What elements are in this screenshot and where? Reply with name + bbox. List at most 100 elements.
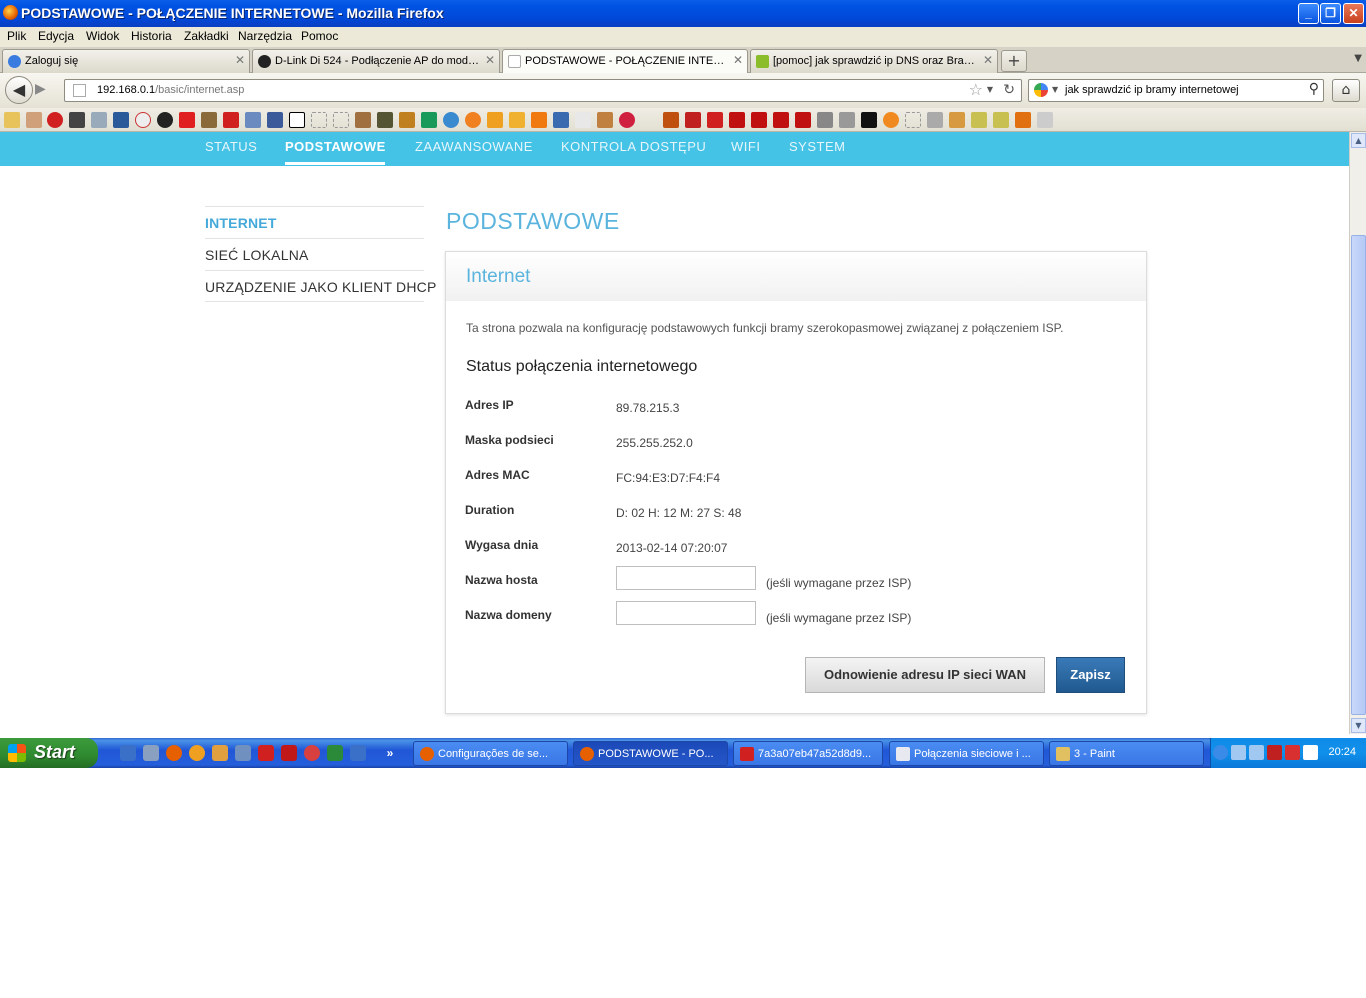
quicklaunch-icon[interactable] <box>350 745 366 761</box>
firefox-quicklaunch-icon[interactable] <box>166 745 182 761</box>
tray-icon[interactable] <box>1285 745 1300 760</box>
nav-podstawowe[interactable]: PODSTAWOWE <box>285 139 386 154</box>
bookmark-icon[interactable] <box>201 112 217 128</box>
google-icon[interactable] <box>1034 83 1048 97</box>
quicklaunch-icon[interactable] <box>212 745 228 761</box>
youtube-icon[interactable] <box>773 112 789 128</box>
nav-wifi[interactable]: WIFI <box>731 139 760 154</box>
bookmark-icon[interactable] <box>267 112 283 128</box>
taskbar-item-active[interactable]: PODSTAWOWE - PO... <box>573 741 728 766</box>
bookmark-icon[interactable] <box>377 112 393 128</box>
tab-list-icon[interactable]: ▼ <box>1354 53 1362 64</box>
quicklaunch-icon[interactable] <box>258 745 274 761</box>
search-bar[interactable]: ▼ jak sprawdzić ip bramy internetowej ⚲ <box>1028 79 1324 102</box>
sidebar-item-dhcp-client[interactable]: URZĄDZENIE JAKO KLIENT DHCP <box>205 270 436 302</box>
tab-close-icon[interactable]: ✕ <box>485 53 495 67</box>
nav-status[interactable]: STATUS <box>205 139 257 154</box>
bookmark-icon[interactable] <box>883 112 899 128</box>
maximize-button[interactable]: ❐ <box>1320 3 1341 24</box>
nav-system[interactable]: SYSTEM <box>789 139 845 154</box>
renew-wan-ip-button[interactable]: Odnowienie adresu IP sieci WAN <box>805 657 1045 693</box>
quicklaunch-icon[interactable] <box>235 745 251 761</box>
bookmark-icon[interactable] <box>135 112 151 128</box>
hostname-input[interactable] <box>616 566 756 590</box>
bookmark-icon[interactable] <box>355 112 371 128</box>
bookmark-icon[interactable] <box>949 112 965 128</box>
bookmark-icon[interactable] <box>179 112 195 128</box>
quicklaunch-overflow-icon[interactable]: » <box>382 745 398 761</box>
bookmark-icon[interactable] <box>465 112 481 128</box>
bookmark-icon[interactable] <box>157 112 173 128</box>
close-button[interactable]: ✕ <box>1343 3 1364 24</box>
bookmark-icon[interactable] <box>971 112 987 128</box>
bookmark-icon[interactable] <box>223 112 239 128</box>
tab-close-icon[interactable]: ✕ <box>733 53 743 67</box>
scrollbar-thumb[interactable] <box>1351 235 1366 715</box>
bookmark-icon[interactable] <box>531 112 547 128</box>
tab-dlink[interactable]: D-Link Di 524 - Podłączenie AP do modem.… <box>252 49 500 73</box>
history-dropdown-icon[interactable]: ▼ <box>987 85 993 94</box>
bookmark-icon[interactable] <box>861 112 877 128</box>
search-input[interactable]: jak sprawdzić ip bramy internetowej <box>1065 84 1239 96</box>
menu-plik[interactable]: Plik <box>7 29 26 43</box>
youtube-icon[interactable] <box>795 112 811 128</box>
start-button[interactable]: Start <box>0 738 98 768</box>
quicklaunch-icon[interactable] <box>281 745 297 761</box>
quicklaunch-icon[interactable] <box>143 745 159 761</box>
bookmark-icon[interactable] <box>1015 112 1031 128</box>
bookmark-icon[interactable] <box>399 112 415 128</box>
sidebar-item-internet[interactable]: INTERNET <box>205 206 424 238</box>
bookmark-icon[interactable] <box>597 112 613 128</box>
address-bar[interactable]: 192.168.0.1/basic/internet.asp ☆ ▼ ↻ <box>64 79 1022 102</box>
bookmark-icon[interactable] <box>685 112 701 128</box>
domain-input[interactable] <box>616 601 756 625</box>
new-tab-button[interactable]: + <box>1001 50 1027 72</box>
save-button[interactable]: Zapisz <box>1056 657 1125 693</box>
menu-pomoc[interactable]: Pomoc <box>301 29 338 43</box>
quicklaunch-icon[interactable] <box>189 745 205 761</box>
tray-expand-icon[interactable] <box>1213 745 1228 760</box>
reload-icon[interactable]: ↻ <box>1003 82 1015 98</box>
network-tray-icon[interactable] <box>1231 745 1246 760</box>
bookmark-icon[interactable] <box>91 112 107 128</box>
tab-close-icon[interactable]: ✕ <box>983 53 993 67</box>
taskbar-item[interactable]: 3 - Paint <box>1049 741 1204 766</box>
bookmark-icon[interactable] <box>47 112 63 128</box>
tab-close-icon[interactable]: ✕ <box>235 53 245 67</box>
quicklaunch-icon[interactable] <box>304 745 320 761</box>
bookmark-icon[interactable] <box>905 112 921 128</box>
tab-podstawowe[interactable]: PODSTAWOWE - POŁĄCZENIE INTERNE... ✕ <box>502 49 748 74</box>
site-identity-icon[interactable] <box>73 84 86 97</box>
tray-icon[interactable] <box>1303 745 1318 760</box>
menu-widok[interactable]: Widok <box>86 29 119 43</box>
bookmark-icon[interactable] <box>333 112 349 128</box>
bookmarks-folder-icon[interactable] <box>4 112 20 128</box>
bookmark-icon[interactable] <box>311 112 327 128</box>
quicklaunch-icon[interactable] <box>327 745 343 761</box>
nav-zaawansowane[interactable]: ZAAWANSOWANE <box>415 139 533 154</box>
forward-button[interactable]: ▶ <box>35 81 46 97</box>
search-icon[interactable]: ⚲ <box>1309 81 1319 97</box>
taskbar-item[interactable]: Configurações de se... <box>413 741 568 766</box>
home-button[interactable]: ⌂ <box>1332 79 1360 102</box>
bookmark-icon[interactable] <box>839 112 855 128</box>
vertical-scrollbar[interactable]: ▲ ▼ <box>1349 132 1366 734</box>
youtube-icon[interactable] <box>729 112 745 128</box>
bookmark-icon[interactable] <box>993 112 1009 128</box>
scroll-down-icon[interactable]: ▼ <box>1351 718 1366 733</box>
youtube-icon[interactable] <box>751 112 767 128</box>
taskbar-item[interactable]: Połączenia sieciowe i ... <box>889 741 1044 766</box>
tab-zaloguj[interactable]: Zaloguj się ✕ <box>2 49 250 73</box>
network-tray-icon[interactable] <box>1249 745 1264 760</box>
taskbar-item[interactable]: 7a3a07eb47a52d8d9... <box>733 741 883 766</box>
search-engine-dropdown-icon[interactable]: ▼ <box>1052 85 1058 94</box>
bookmark-icon[interactable] <box>421 112 437 128</box>
bookmark-icon[interactable] <box>113 112 129 128</box>
bookmark-icon[interactable] <box>553 112 569 128</box>
bookmark-icon[interactable] <box>707 112 723 128</box>
quicklaunch-icon[interactable] <box>120 745 136 761</box>
bookmark-icon[interactable] <box>26 112 42 128</box>
bookmark-icon[interactable] <box>619 112 635 128</box>
tab-pomoc[interactable]: [pomoc] jak sprawdzić ip DNS oraz Brame.… <box>750 49 998 73</box>
bookmark-icon[interactable] <box>817 112 833 128</box>
